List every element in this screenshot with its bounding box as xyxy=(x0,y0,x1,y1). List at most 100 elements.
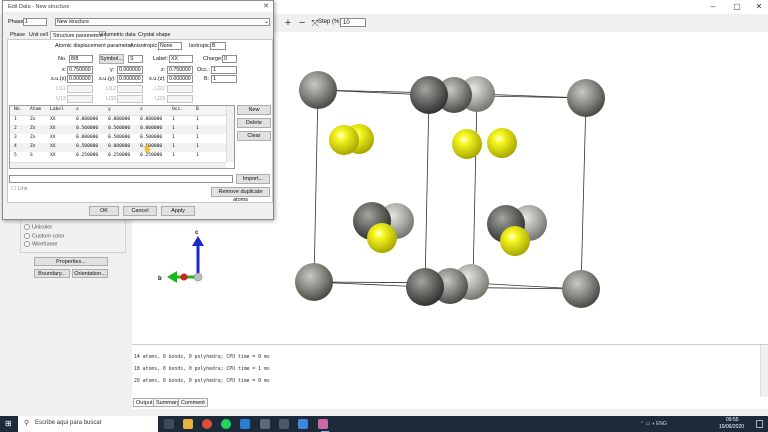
structure-select[interactable]: New structure xyxy=(55,18,270,26)
notifications-icon[interactable] xyxy=(756,420,763,428)
chrome-icon[interactable] xyxy=(202,419,212,429)
y-label: y: xyxy=(110,67,115,73)
u12-label: U12 xyxy=(106,86,117,92)
table-cell: 0.000000 xyxy=(76,117,99,122)
table-cell: 0.500000 xyxy=(76,144,99,149)
tab-phase[interactable]: Phase xyxy=(8,31,27,39)
atom-s xyxy=(452,129,482,159)
spotify-icon[interactable] xyxy=(221,419,231,429)
chevron-down-icon[interactable]: ⌄ xyxy=(264,18,269,25)
sz-label: s.u.(z): xyxy=(149,76,166,82)
table-row[interactable]: 5 S XX 0.250000 0.250000 0.250000 1 1 xyxy=(10,152,226,161)
tab-crystal-shape[interactable]: Crystal shape xyxy=(136,31,172,39)
ok-button[interactable]: OK xyxy=(89,206,119,216)
col-header: B xyxy=(196,107,199,112)
vesta-icon[interactable] xyxy=(318,419,328,429)
clock-time[interactable]: 09:55 xyxy=(726,417,739,423)
dialog-title: Edit Data - New structure xyxy=(8,4,70,10)
b-field[interactable]: 1 xyxy=(211,75,237,83)
table-vertical-scrollbar[interactable] xyxy=(226,106,234,162)
table-cell: 1 xyxy=(196,153,199,158)
table-row[interactable]: 1 Zn XX 0.000000 0.000000 0.000000 1 1 xyxy=(10,116,226,125)
settings-icon[interactable] xyxy=(298,419,308,429)
app-icon[interactable] xyxy=(260,419,270,429)
charge-field[interactable]: 0 xyxy=(222,55,237,63)
label-field[interactable]: XX xyxy=(169,55,193,63)
atom-number-field[interactable]: 8/8 xyxy=(69,55,93,63)
table-row[interactable]: 4 Zn XX 0.500000 0.000000 0.500000 1 1 xyxy=(10,143,226,152)
x-field[interactable]: 0.750000 xyxy=(67,66,93,74)
tab-volumetric-data[interactable]: Volumetric data xyxy=(97,31,138,39)
sy-field[interactable]: 0.000000 xyxy=(117,75,143,83)
mouse-cursor-icon: ✋ xyxy=(143,146,152,153)
table-cell: Zn xyxy=(30,144,36,149)
clock-date[interactable]: 19/06/2020 xyxy=(719,424,744,430)
occ-field[interactable]: 1 xyxy=(211,66,237,74)
close-icon[interactable]: ✕ xyxy=(263,2,269,10)
table-cell: XX xyxy=(50,135,56,140)
tray-icons[interactable]: ⌃ ▭ ◖ ENG xyxy=(640,421,667,427)
radio-unicolor[interactable]: Unicolor xyxy=(24,224,52,230)
u33-field xyxy=(117,95,143,103)
output-console[interactable]: 14 atoms, 0 bonds, 0 polyhedra; CPU time… xyxy=(132,344,768,409)
atom-zn xyxy=(299,71,337,109)
taskbar-search-box[interactable]: ⚲ Escribe aquí para buscar xyxy=(18,416,158,432)
close-icon[interactable]: ✕ xyxy=(748,0,768,14)
zoom-in-icon[interactable]: + xyxy=(282,17,294,29)
table-cell: 0.000000 xyxy=(108,144,131,149)
atom-s xyxy=(500,226,530,256)
properties-button[interactable]: Properties... xyxy=(34,257,108,266)
table-horizontal-scrollbar[interactable] xyxy=(10,162,226,168)
sz-field[interactable]: 0.000000 xyxy=(167,75,193,83)
atom-zn xyxy=(295,263,333,301)
symbol-field[interactable]: S xyxy=(128,55,143,63)
minimize-icon[interactable]: – xyxy=(702,0,724,14)
radio-wireframe[interactable]: Wireframe xyxy=(24,241,57,247)
maximize-icon[interactable]: ▢ xyxy=(726,0,748,14)
camera-icon[interactable] xyxy=(279,419,289,429)
link-checkbox[interactable]: ☐ Link xyxy=(11,186,28,192)
boundary-button[interactable]: Boundary... xyxy=(34,269,70,278)
import-path-field[interactable] xyxy=(9,175,233,183)
atom-zn xyxy=(567,79,605,117)
table-cell: Zn xyxy=(30,135,36,140)
u12-field xyxy=(117,85,143,93)
zoom-out-icon[interactable]: − xyxy=(296,17,308,29)
table-cell: 4 xyxy=(14,144,17,149)
app-icon[interactable] xyxy=(240,419,250,429)
table-row[interactable]: 3 Zn XX 0.000000 0.500000 0.500000 1 1 xyxy=(10,134,226,143)
y-field[interactable]: 0.000000 xyxy=(117,66,143,74)
remove-duplicate-atoms-button[interactable]: Remove duplicate atoms xyxy=(211,187,270,203)
console-scrollbar[interactable] xyxy=(760,345,768,397)
windows-start-icon[interactable]: ⊞ xyxy=(5,420,13,428)
tab-unit-cell[interactable]: Unit cell xyxy=(27,31,50,39)
new-button[interactable]: New xyxy=(237,105,271,115)
cancel-button[interactable]: Cancel xyxy=(123,206,157,216)
orientation-button[interactable]: Orientation... xyxy=(72,269,108,278)
sx-field[interactable]: 0.000000 xyxy=(67,75,93,83)
delete-button[interactable]: Delete xyxy=(237,118,271,128)
u13-label: U13 xyxy=(56,96,67,102)
tab-comment[interactable]: Comment xyxy=(178,398,208,407)
file-explorer-icon[interactable] xyxy=(183,419,193,429)
symbol-button[interactable]: Symbol... xyxy=(99,54,124,64)
task-view-icon[interactable] xyxy=(164,419,174,429)
anisotropic-select[interactable]: None xyxy=(158,42,182,50)
clear-button[interactable]: Clear xyxy=(237,131,271,141)
table-cell: 1 xyxy=(196,135,199,140)
radio-custom-color[interactable]: Custom color xyxy=(24,233,64,239)
z-field[interactable]: 0.750000 xyxy=(167,66,193,74)
import-button[interactable]: Import... xyxy=(236,174,270,184)
table-row[interactable]: 2 Zn XX 0.500000 0.500000 0.000000 1 1 xyxy=(10,125,226,134)
phase-select[interactable]: 1 xyxy=(23,18,47,26)
table-cell: 1 xyxy=(14,117,17,122)
table-cell: 0.000000 xyxy=(140,126,163,131)
col-header: x xyxy=(76,107,79,112)
atom-s xyxy=(367,223,397,253)
table-cell: 1 xyxy=(196,117,199,122)
atom-table[interactable]: No. Atom Label x y z Occ. B 1 Zn XX 0.00… xyxy=(9,105,235,169)
apply-button[interactable]: Apply xyxy=(161,206,195,216)
step-input[interactable]: 10 xyxy=(340,18,366,27)
table-cell: 0.500000 xyxy=(108,135,131,140)
isotropic-select[interactable]: B xyxy=(210,42,226,50)
